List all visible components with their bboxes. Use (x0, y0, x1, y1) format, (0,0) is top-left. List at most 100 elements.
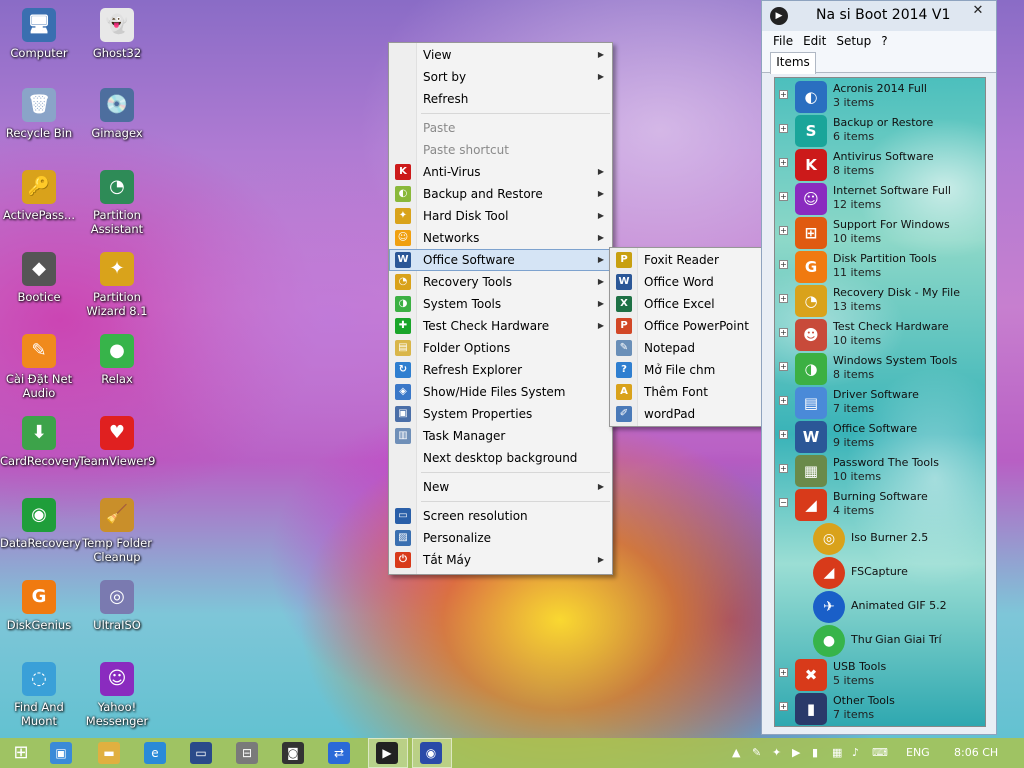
submenu-item-office-word[interactable]: W Office Word (610, 271, 778, 293)
context-menu-item-office-software[interactable]: W Office Software ▶ (389, 249, 612, 271)
expand-icon[interactable]: + (779, 192, 788, 201)
tray-keyboard-icon[interactable]: ⌨ (872, 738, 888, 768)
context-menu-item-view[interactable]: View ▶ (389, 44, 612, 66)
desktop-icon-diskgenius[interactable]: G DiskGenius (0, 580, 78, 632)
tree-child-animated-gif-5-2[interactable]: ✈ Animated GIF 5.2 (813, 590, 983, 624)
context-menu-item-system-tools[interactable]: ◑ System Tools ▶ (389, 293, 612, 315)
tree-node-windows-system-tools[interactable]: + ◑ Windows System Tools 8 items (775, 352, 985, 386)
language-indicator[interactable]: ENG (906, 738, 930, 768)
items-tree[interactable]: + ◐ Acronis 2014 Full 3 items + S Backup or Re… (774, 77, 986, 727)
desktop-icon-partition-assistant[interactable]: ◔ Partition Assistant (78, 170, 156, 236)
expand-icon[interactable]: + (779, 260, 788, 269)
tab-items[interactable]: Items (770, 52, 816, 74)
close-button[interactable]: ✕ (962, 1, 994, 21)
tree-node-disk-partition-tools[interactable]: + G Disk Partition Tools 11 items (775, 250, 985, 284)
tray-tool-icon[interactable]: ✦ (772, 738, 781, 768)
tree-node-test-check-hardware[interactable]: + ☻ Test Check Hardware 10 items (775, 318, 985, 352)
tree-node-password-the-tools[interactable]: + ▦ Password The Tools 10 items (775, 454, 985, 488)
tree-node-burning-software[interactable]: − ◢ Burning Software 4 items (775, 488, 985, 522)
context-menu-item-next-desktop-background[interactable]: Next desktop background (389, 447, 612, 469)
desktop-icon-recycle-bin[interactable]: 🗑 Recycle Bin (0, 88, 78, 140)
tray-play-icon[interactable]: ▶ (792, 738, 800, 768)
menu-file[interactable]: File (773, 31, 793, 51)
clock[interactable]: 8:06 CH (954, 738, 998, 768)
desktop-icon-cardrecovery[interactable]: ⬇ CardRecovery (0, 416, 80, 468)
submenu-item-m-file-chm[interactable]: ? Mở File chm (610, 359, 778, 381)
menu-setup[interactable]: Setup (836, 31, 871, 51)
menu-help[interactable]: ? (881, 31, 887, 51)
expand-icon[interactable]: + (779, 294, 788, 303)
monitor-icon[interactable]: ▭ (190, 742, 212, 764)
disc-icon[interactable]: ◉ (420, 742, 442, 764)
expand-icon[interactable]: + (779, 702, 788, 711)
desktop-icon-temp-folder-cleanup[interactable]: 🧹 Temp Folder Cleanup (78, 498, 156, 564)
context-menu-item-system-properties[interactable]: ▣ System Properties (389, 403, 612, 425)
expand-icon[interactable]: + (779, 124, 788, 133)
tray-pen-icon[interactable]: ✎ (752, 738, 761, 768)
desktop-icon-ghost32[interactable]: 👻 Ghost32 (78, 8, 156, 60)
expand-icon[interactable]: + (779, 328, 788, 337)
desktop-icon-ultraiso[interactable]: ◎ UltraISO (78, 580, 156, 632)
tree-node-usb-tools[interactable]: + ✖ USB Tools 5 items (775, 658, 985, 692)
title-bar[interactable]: ▶ Na si Boot 2014 V1 ✕ (762, 1, 996, 31)
usb-icon[interactable]: ⊟ (236, 742, 258, 764)
tree-node-driver-software[interactable]: + ▤ Driver Software 7 items (775, 386, 985, 420)
tree-child-iso-burner-2-5[interactable]: ◎ Iso Burner 2.5 (813, 522, 983, 556)
tree-node-recovery-disk-my-file[interactable]: + ◔ Recovery Disk - My File 13 items (775, 284, 985, 318)
submenu-item-wordpad[interactable]: ✐ wordPad (610, 403, 778, 425)
ie-icon[interactable]: e (144, 742, 166, 764)
context-menu-item-anti-virus[interactable]: K Anti-Virus ▶ (389, 161, 612, 183)
expand-icon[interactable]: + (779, 430, 788, 439)
desktop-icon-datarecovery[interactable]: ◉ DataRecovery (0, 498, 81, 550)
menu-edit[interactable]: Edit (803, 31, 826, 51)
tree-child-th-gian-giai-tr[interactable]: ● Thư Gian Giai Trí (813, 624, 983, 658)
tree-node-backup-or-restore[interactable]: + S Backup or Restore 6 items (775, 114, 985, 148)
tray-network-icon[interactable]: ▦ (832, 738, 842, 768)
context-menu-item-refresh-explorer[interactable]: ↻ Refresh Explorer (389, 359, 612, 381)
context-menu-item-show-hide-files-system[interactable]: ◈ Show/Hide Files System (389, 381, 612, 403)
desktop-icon-yahoo-messenger[interactable]: ☺ Yahoo! Messenger (78, 662, 156, 728)
context-menu-item-hard-disk-tool[interactable]: ✦ Hard Disk Tool ▶ (389, 205, 612, 227)
desktop-icon-relax[interactable]: ● Relax (78, 334, 156, 386)
tree-node-other-tools[interactable]: + ▮ Other Tools 7 items (775, 692, 985, 726)
desktop-icon-activepass[interactable]: 🔑 ActivePass... (0, 170, 78, 222)
network-icon[interactable]: ▣ (50, 742, 72, 764)
expand-icon[interactable]: + (779, 396, 788, 405)
tray-battery-icon[interactable]: ▮ (812, 738, 818, 768)
context-menu-item-task-manager[interactable]: ▥ Task Manager (389, 425, 612, 447)
nasiboot-icon[interactable]: ▶ (376, 742, 398, 764)
desktop-icon-partition-wizard-8-1[interactable]: ✦ Partition Wizard 8.1 (78, 252, 156, 318)
context-menu-item-sort-by[interactable]: Sort by ▶ (389, 66, 612, 88)
context-menu-item-recovery-tools[interactable]: ◔ Recovery Tools ▶ (389, 271, 612, 293)
submenu-item-office-excel[interactable]: X Office Excel (610, 293, 778, 315)
context-menu-item-backup-and-restore[interactable]: ◐ Backup and Restore ▶ (389, 183, 612, 205)
desktop-icon-bootice[interactable]: ◆ Bootice (0, 252, 78, 304)
submenu-item-foxit-reader[interactable]: P Foxit Reader (610, 249, 778, 271)
context-menu-item-t-t-m-y[interactable]: ⏻ Tắt Máy ▶ (389, 549, 612, 571)
tree-node-internet-software-full[interactable]: + ☺ Internet Software Full 12 items (775, 182, 985, 216)
explorer-icon[interactable]: ▬ (98, 742, 120, 764)
desktop-icon-c-i-t-net-audio[interactable]: ✎ Cài Đặt Net Audio (0, 334, 78, 400)
tree-node-acronis-2014-full[interactable]: + ◐ Acronis 2014 Full 3 items (775, 80, 985, 114)
desktop-icon-computer[interactable]: 🖥 Computer (0, 8, 78, 60)
expand-icon[interactable]: + (779, 226, 788, 235)
expand-icon[interactable]: + (779, 158, 788, 167)
desktop-icon-find-and-muont[interactable]: ◌ Find And Muont (0, 662, 78, 728)
camera-icon[interactable]: ◙ (282, 742, 304, 764)
context-menu-item-folder-options[interactable]: ▤ Folder Options (389, 337, 612, 359)
tray-volume-icon[interactable]: ♪ (852, 738, 859, 768)
submenu-item-th-m-font[interactable]: A Thêm Font (610, 381, 778, 403)
tree-node-office-software[interactable]: + W Office Software 9 items (775, 420, 985, 454)
start-button[interactable]: ⊞ (10, 742, 32, 764)
tree-node-support-for-windows[interactable]: + ⊞ Support For Windows 10 items (775, 216, 985, 250)
context-menu-item-screen-resolution[interactable]: ▭ Screen resolution (389, 505, 612, 527)
submenu-item-office-powerpoint[interactable]: P Office PowerPoint (610, 315, 778, 337)
expand-icon[interactable]: + (779, 362, 788, 371)
tree-child-fscapture[interactable]: ◢ FSCapture (813, 556, 983, 590)
desktop-icon-teamviewer9[interactable]: ♥ TeamViewer9 (78, 416, 156, 468)
submenu-item-notepad[interactable]: ✎ Notepad (610, 337, 778, 359)
desktop-icon-gimagex[interactable]: 💿 Gimagex (78, 88, 156, 140)
expand-icon[interactable]: + (779, 90, 788, 99)
context-menu-item-refresh[interactable]: Refresh (389, 88, 612, 110)
context-menu-item-personalize[interactable]: ▨ Personalize (389, 527, 612, 549)
